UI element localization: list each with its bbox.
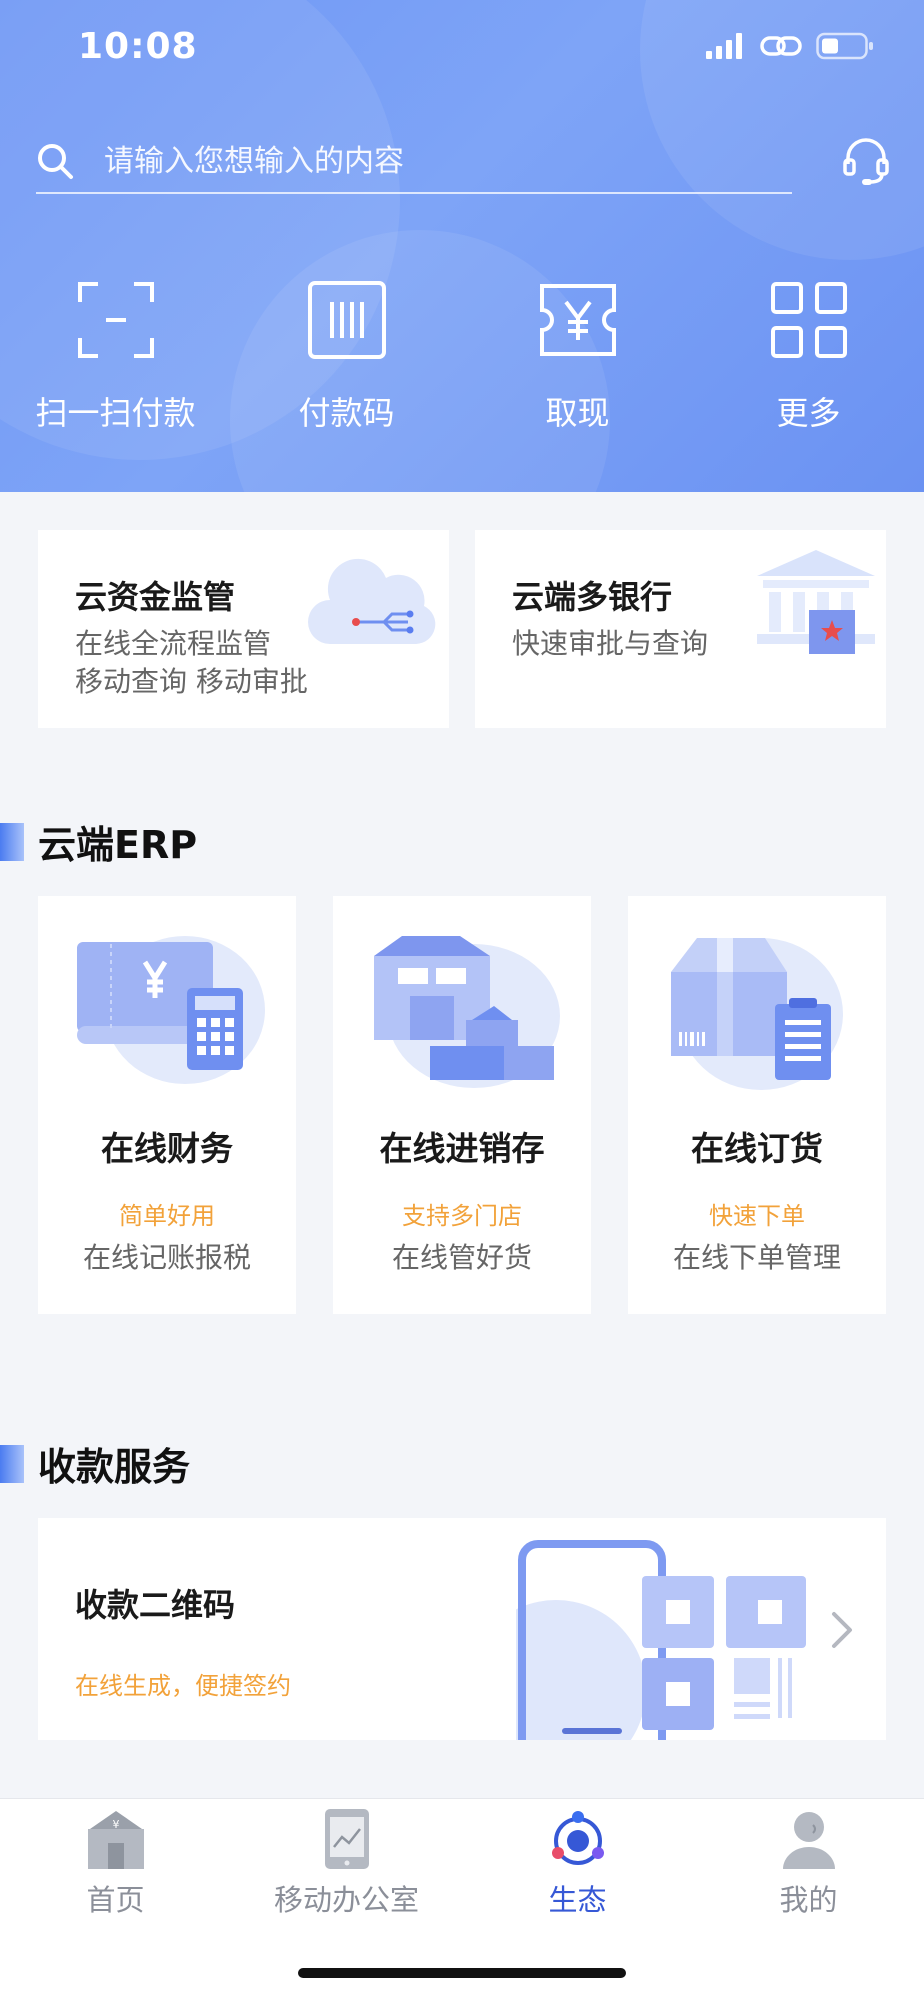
erp-card-desc: 在线记账报税: [82, 1241, 251, 1274]
card-title: 云资金监管: [75, 578, 236, 616]
erp-card-finance[interactable]: 在线财务 简单好用 在线记账报税: [38, 896, 296, 1314]
tab-mobile-office[interactable]: 移动办公室: [231, 1807, 462, 1919]
collection-qr-card[interactable]: 收款二维码 在线生成，便捷签约: [38, 1518, 886, 1740]
qr-detail-icon: [734, 1576, 806, 1719]
svg-text:¥: ¥: [112, 1818, 119, 1831]
quick-action-scan-pay[interactable]: 扫一扫付款: [0, 280, 231, 434]
card-line: 在线全流程监管: [75, 627, 272, 660]
tab-label: 生态: [548, 1883, 607, 1917]
quick-action-label: 扫一扫付款: [35, 394, 196, 432]
warehouse-boxes-icon: [374, 936, 560, 1088]
card-title: 云端多银行: [512, 578, 673, 616]
collection-card-title: 收款二维码: [75, 1586, 236, 1624]
barcode-icon: [307, 281, 386, 359]
header-banner: 10:08 请输入您想输入的内容 扫一扫付款 付款码 取现 更多: [0, 0, 924, 492]
section-title-text: 收款服务: [38, 1445, 191, 1489]
scan-icon: [77, 282, 154, 358]
bank-building-icon: ¥: [87, 1811, 144, 1869]
quick-action-label: 付款码: [298, 394, 395, 432]
tab-label: 移动办公室: [273, 1883, 419, 1917]
battery-icon: [816, 32, 873, 60]
status-icons: [706, 32, 874, 60]
erp-card-title: 在线订货: [691, 1129, 823, 1168]
quick-action-label: 更多: [776, 394, 841, 432]
erp-card-inventory[interactable]: 在线进销存 支持多门店 在线管好货: [333, 896, 591, 1314]
cloud-network-icon: [308, 558, 436, 644]
grid-icon: [770, 282, 847, 358]
erp-card-title: 在线进销存: [379, 1129, 545, 1168]
tab-ecosystem[interactable]: 生态: [462, 1807, 693, 1919]
status-time: 10:08: [78, 26, 198, 67]
card-line: 快速审批与查询: [512, 627, 709, 660]
tab-label: 我的: [779, 1883, 838, 1917]
erp-card-desc: 在线下单管理: [672, 1241, 841, 1274]
erp-card-tag: 简单好用: [119, 1202, 215, 1230]
section-marker: [0, 822, 24, 861]
section-marker: [0, 1444, 24, 1483]
erp-card-ordering[interactable]: 在线订货 快速下单 在线下单管理: [628, 896, 886, 1314]
search-bar[interactable]: [36, 130, 792, 194]
home-indicator[interactable]: [298, 1968, 626, 1978]
collection-section-title: 收款服务: [0, 1436, 190, 1491]
headset-support-icon[interactable]: [842, 136, 890, 188]
section-title-text: 云端ERP: [38, 823, 198, 867]
quick-action-pay-code[interactable]: 付款码: [231, 280, 462, 434]
card-line: 移动查询 移动审批: [75, 665, 308, 698]
erp-card-tag: 支持多门店: [402, 1202, 522, 1230]
quick-action-label: 取现: [545, 394, 610, 432]
ecosystem-icon: [551, 1811, 604, 1865]
signal-icon: [706, 33, 742, 59]
tab-home[interactable]: ¥ 首页: [0, 1807, 231, 1919]
tab-mine[interactable]: 我的: [693, 1807, 924, 1919]
erp-card-desc: 在线管好货: [391, 1241, 532, 1274]
search-icon: [38, 144, 73, 179]
cloud-multi-bank-card[interactable]: 云端多银行 快速审批与查询: [475, 530, 886, 728]
erp-card-tag: 快速下单: [709, 1202, 805, 1230]
quick-action-more[interactable]: 更多: [693, 280, 924, 434]
user-icon: [782, 1812, 835, 1869]
bank-building-icon: [757, 550, 875, 654]
erp-card-title: 在线财务: [101, 1129, 233, 1168]
tablet-chart-icon: [324, 1809, 369, 1869]
link-icon: [760, 36, 802, 56]
finance-calculator-icon: [77, 936, 265, 1084]
erp-section-title: 云端ERP: [0, 814, 197, 869]
quick-actions: 扫一扫付款 付款码 取现 更多: [0, 280, 924, 434]
quick-action-withdraw[interactable]: 取现: [462, 280, 693, 434]
phone-qr-code-icon: [516, 1540, 756, 1740]
collection-card-desc: 在线生成，便捷签约: [75, 1672, 291, 1700]
tab-label: 首页: [86, 1883, 145, 1917]
cloud-fund-supervision-card[interactable]: 云资金监管 在线全流程监管 移动查询 移动审批: [38, 530, 449, 728]
search-input[interactable]: [102, 142, 746, 180]
cash-ticket-icon: [539, 284, 616, 356]
chevron-right-icon[interactable]: [830, 1610, 854, 1650]
package-clipboard-icon: [671, 938, 843, 1090]
